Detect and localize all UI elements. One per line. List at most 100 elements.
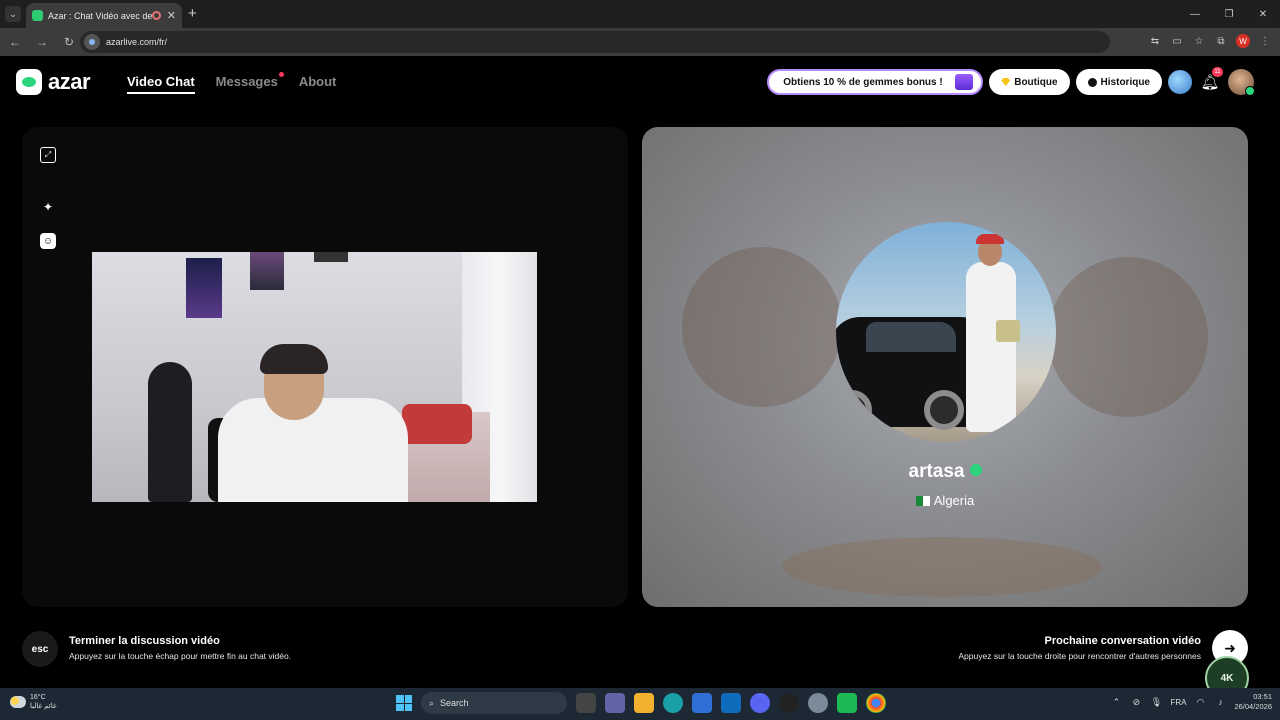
azar-favicon-icon	[32, 10, 43, 21]
weather-temp: 16°C	[30, 694, 46, 701]
taskbar-search[interactable]: ⌕ Search	[421, 692, 567, 714]
site-info-icon[interactable]	[84, 34, 100, 50]
face-filter-icon[interactable]: ☺	[40, 233, 56, 249]
store-icon[interactable]	[692, 693, 712, 713]
gift-icon	[955, 74, 974, 90]
translate-icon[interactable]: ⇆	[1148, 34, 1162, 48]
microphone-icon[interactable]: 🎙︎	[1150, 696, 1162, 708]
browser-toolbar: ← → ↻ azarlive.com/fr/ ⇆ ▭ ☆ ⧉ W ⋮	[0, 28, 1280, 56]
verified-badge-icon	[969, 463, 982, 476]
profile-avatar[interactable]: W	[1236, 34, 1250, 48]
window-controls: — ❐ ✕	[1178, 0, 1280, 28]
next-chat-title: Prochaine conversation vidéo	[1044, 635, 1202, 647]
cast-icon[interactable]: ▭	[1170, 34, 1184, 48]
self-video-feed	[92, 252, 537, 502]
search-icon: ⌕	[429, 697, 435, 708]
recording-icon	[151, 11, 161, 20]
tray-chevron-icon[interactable]: ⌃	[1110, 696, 1122, 708]
history-button[interactable]: Historique	[1075, 69, 1162, 95]
address-bar[interactable]: azarlive.com/fr/	[80, 31, 1110, 53]
toolbar-icons: ⇆ ▭ ☆ ⧉ W ⋮	[1148, 34, 1272, 48]
end-chat-hint: Terminer la discussion vidéo Appuyez sur…	[69, 635, 291, 661]
arrow-right-icon: ➜	[1224, 639, 1236, 656]
nav-messages[interactable]: Messages	[215, 72, 284, 94]
volume-icon[interactable]: ♪	[1214, 696, 1226, 708]
app-icon[interactable]	[837, 693, 857, 713]
partner-name-row: artasa	[642, 461, 1248, 483]
forward-button[interactable]: →	[30, 35, 54, 49]
extensions-icon[interactable]: ⧉	[1214, 34, 1228, 48]
browser-tabbar: ⌄ Azar : Chat Vidéo avec de n ✕ + — ❐ ✕	[0, 0, 1280, 28]
partner-country-row: Algeria	[642, 493, 1248, 508]
notification-badge: 11	[1212, 67, 1223, 77]
input-language[interactable]: FRA	[1170, 698, 1186, 707]
user-avatar[interactable]	[1228, 69, 1255, 96]
magic-wand-icon[interactable]: ✦	[40, 199, 56, 215]
nav-messages-label: Messages	[215, 74, 278, 89]
taskbar-clock[interactable]: 03:51 26/04/2026	[1234, 692, 1272, 712]
tray-network-off-icon[interactable]: ⊘	[1130, 696, 1142, 708]
back-button[interactable]: ←	[3, 35, 27, 49]
azar-logo[interactable]: azar	[16, 69, 91, 95]
url-text: azarlive.com/fr/	[106, 37, 168, 47]
system-tray: ⌃ ⊘ 🎙︎ FRA ◠ ♪ 03:51 26/04/2026	[1110, 692, 1272, 712]
bookmark-star-icon[interactable]: ☆	[1192, 34, 1206, 48]
end-chat-subtitle: Appuyez sur la touche échap pour mettre …	[69, 651, 292, 661]
next-chat-subtitle: Appuyez sur la touche droite pour rencon…	[958, 651, 1201, 661]
azar-logo-icon	[16, 69, 42, 95]
menu-kebab-icon[interactable]: ⋮	[1258, 34, 1272, 48]
clock-time: 03:51	[1253, 692, 1272, 701]
browser-tab[interactable]: Azar : Chat Vidéo avec de n ✕	[26, 3, 182, 28]
weather-widget[interactable]: 16°C غائم غالبا	[10, 693, 57, 711]
edge-icon[interactable]	[663, 693, 683, 713]
settings-gear-icon[interactable]	[808, 693, 828, 713]
tab-search-icon[interactable]: ⌄	[5, 6, 21, 22]
new-tab-button[interactable]: +	[188, 5, 197, 22]
taskbar-apps: ⌕ Search	[396, 692, 886, 714]
self-camera-panel: ⤢ ✦ ☺	[22, 127, 628, 607]
gem-icon	[1001, 78, 1011, 86]
chrome-icon[interactable]	[866, 693, 886, 713]
partner-country: Algeria	[933, 493, 975, 508]
minimize-button[interactable]: —	[1178, 0, 1212, 28]
tab-close-icon[interactable]: ✕	[167, 9, 176, 22]
main-nav: Video Chat Messages About	[127, 72, 337, 94]
obs-icon[interactable]	[779, 693, 799, 713]
azar-app: azar Video Chat Messages About Obtiens 1…	[0, 56, 1280, 700]
next-chat-hint: Prochaine conversation vidéo Appuyez sur…	[958, 635, 1201, 661]
window-close-button[interactable]: ✕	[1246, 0, 1280, 28]
logo-text: azar	[48, 69, 91, 94]
gem-promo-button[interactable]: Obtiens 10 % de gemmes bonus !	[767, 69, 984, 95]
partner-name: artasa	[908, 461, 965, 482]
windows-taskbar: 16°C غائم غالبا ⌕ Search ⌃ ⊘ 🎙︎ FRA ◠ ♪ …	[0, 688, 1280, 720]
reload-button[interactable]: ↻	[57, 35, 81, 49]
history-label: Historique	[1100, 76, 1150, 88]
nav-video-chat[interactable]: Video Chat	[127, 74, 195, 94]
windows-start-icon[interactable]	[396, 695, 412, 711]
discord-icon[interactable]	[750, 693, 770, 713]
partner-profile-photo	[836, 222, 1056, 442]
teams-icon[interactable]	[605, 693, 625, 713]
end-chat-title: Terminer la discussion vidéo	[69, 635, 220, 647]
file-explorer-icon[interactable]	[634, 693, 654, 713]
shop-button[interactable]: Boutique	[989, 69, 1070, 95]
shop-label: Boutique	[1014, 76, 1058, 88]
partner-panel: artasa Algeria	[642, 127, 1248, 607]
promo-label: Obtiens 10 % de gemmes bonus !	[783, 76, 943, 88]
nav-about[interactable]: About	[299, 74, 337, 94]
unread-dot	[278, 72, 284, 77]
task-view-icon[interactable]	[576, 693, 596, 713]
clock-date: 26/04/2026	[1234, 702, 1272, 711]
header-actions: Obtiens 10 % de gemmes bonus ! Boutique …	[767, 67, 1255, 96]
gem-balance-icon[interactable]	[1168, 70, 1192, 94]
outlook-icon[interactable]	[721, 693, 741, 713]
tab-title: Azar : Chat Vidéo avec de n	[48, 10, 152, 21]
expand-icon[interactable]: ⤢	[40, 147, 56, 163]
end-chat-button[interactable]: esc	[22, 631, 58, 667]
restore-button[interactable]: ❐	[1212, 0, 1246, 28]
weather-desc: غائم غالبا	[30, 703, 57, 710]
partly-cloudy-icon	[10, 696, 26, 708]
wifi-icon[interactable]: ◠	[1194, 696, 1206, 708]
notifications-button[interactable]: 🔔︎ 11	[1198, 67, 1223, 94]
algeria-flag-icon	[915, 495, 930, 506]
